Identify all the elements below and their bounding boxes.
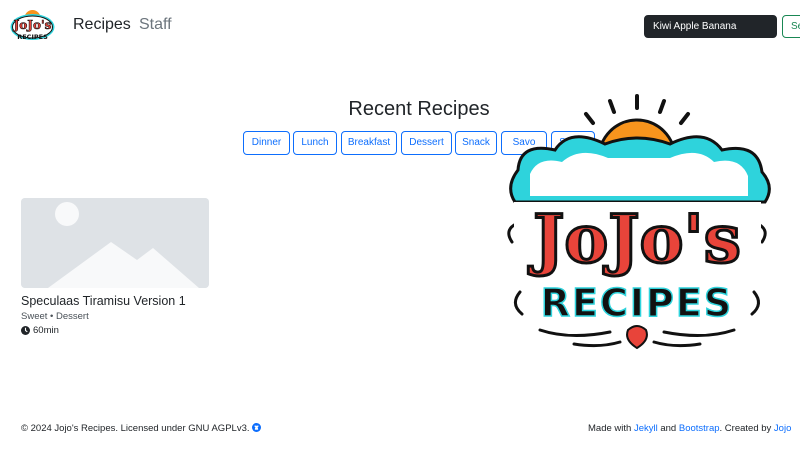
recipe-card[interactable]: Speculaas Tiramisu Version 1 Sweet • Des… xyxy=(21,198,209,336)
github-icon[interactable] xyxy=(252,423,262,432)
tag-lunch[interactable]: Lunch xyxy=(293,131,337,155)
footer-created-by: . Created by xyxy=(719,423,772,434)
tag-dinner[interactable]: Dinner xyxy=(243,131,290,155)
recipe-category: Sweet • Dessert xyxy=(21,311,89,322)
author-link[interactable]: Jojo xyxy=(774,423,791,434)
footer-license-text: © 2024 Jojo's Recipes. Licensed under GN… xyxy=(21,423,250,434)
brand-logo[interactable]: JoJo's RECIPES xyxy=(9,5,56,47)
navbar: JoJo's RECIPES Recipes Staff Se xyxy=(0,0,800,52)
tag-breakfast[interactable]: Breakfast xyxy=(341,131,397,155)
logo-wordmark: JoJo's xyxy=(528,200,741,278)
footer-and: and xyxy=(660,423,677,434)
recipe-time-value: 60min xyxy=(33,325,59,336)
tag-snack[interactable]: Snack xyxy=(455,131,497,155)
svg-text:RECIPES: RECIPES xyxy=(17,33,48,41)
footer-credits: Made with Jekyll and Bootstrap. Created … xyxy=(588,423,791,434)
tag-dessert[interactable]: Dessert xyxy=(401,131,452,155)
recipe-time: 60min xyxy=(21,325,209,336)
search-button[interactable]: Se xyxy=(782,15,800,38)
svg-text:JoJo's: JoJo's xyxy=(13,18,52,32)
jojos-recipes-logo: JoJo's RECIPES xyxy=(507,94,771,350)
nav-link-staff[interactable]: Staff xyxy=(139,16,172,34)
bootstrap-link[interactable]: Bootstrap xyxy=(679,423,720,434)
logo-subtitle: RECIPES xyxy=(541,281,733,325)
search-input[interactable] xyxy=(644,15,777,38)
clock-icon xyxy=(21,326,30,335)
footer-copyright: © 2024 Jojo's Recipes. Licensed under GN… xyxy=(21,423,262,434)
image-placeholder-icon xyxy=(21,198,209,288)
footer-made-with: Made with xyxy=(588,423,632,434)
recipe-title[interactable]: Speculaas Tiramisu Version 1 xyxy=(21,294,209,308)
jekyll-link[interactable]: Jekyll xyxy=(634,423,658,434)
nav-link-recipes[interactable]: Recipes xyxy=(73,16,131,34)
